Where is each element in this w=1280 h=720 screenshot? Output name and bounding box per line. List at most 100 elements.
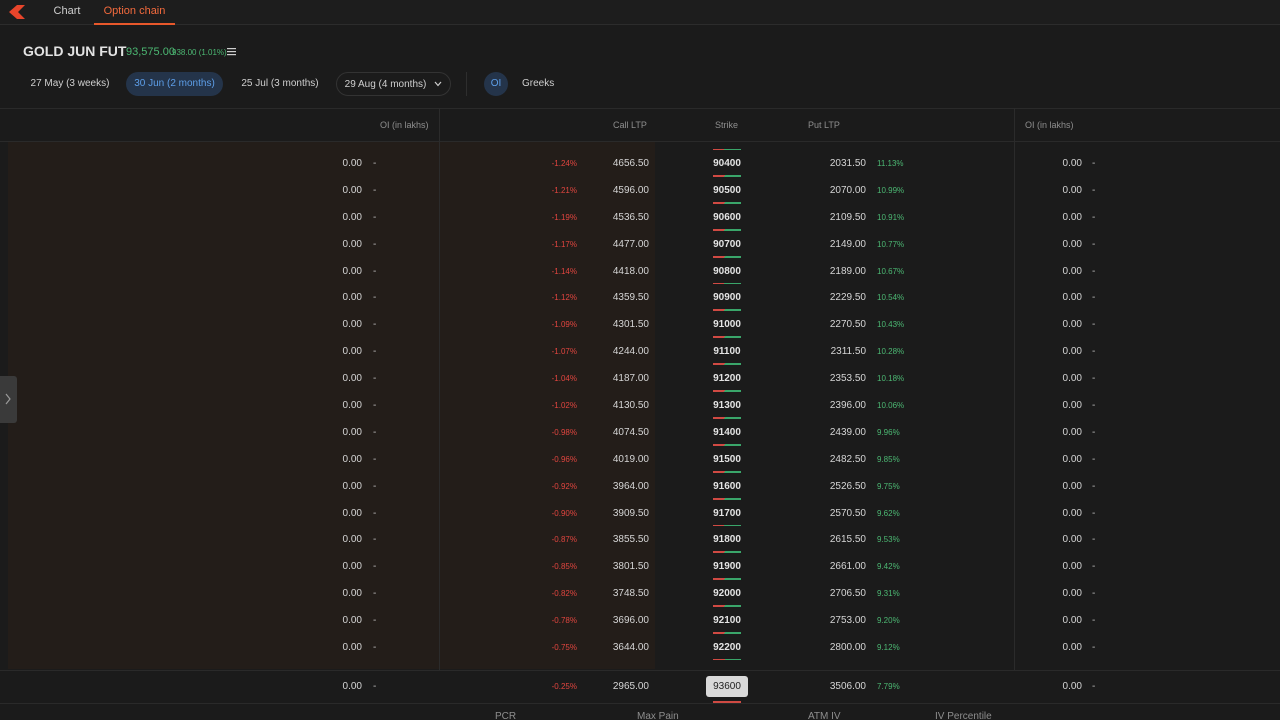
strike-price: 91700	[713, 507, 741, 519]
strike-price: 91200	[713, 373, 741, 385]
call-ltp[interactable]: 4477.00	[613, 239, 649, 250]
put-ltp[interactable]: 2353.50	[830, 373, 866, 384]
call-change: -0.90%	[551, 508, 577, 518]
expiry-more-dropdown[interactable]: 29 Aug (4 months)	[336, 72, 451, 96]
toggle-greeks[interactable]: Greeks	[522, 72, 554, 96]
call-ltp[interactable]: 4130.50	[613, 400, 649, 411]
table-row[interactable]: 0.00 - -1.24% 4656.50 90400 2031.50 11.1…	[0, 149, 1280, 177]
put-oi: 0.00	[1062, 453, 1082, 465]
put-ltp[interactable]: 2229.50	[830, 292, 866, 303]
put-ltp[interactable]: 2109.50	[830, 212, 866, 223]
expiry-30-jun[interactable]: 30 Jun (2 months)	[126, 72, 223, 96]
call-ltp[interactable]: 4418.00	[613, 266, 649, 277]
put-ltp[interactable]: 2526.50	[830, 481, 866, 492]
put-change: 10.54%	[877, 293, 905, 303]
call-ltp[interactable]: 2965.00	[613, 681, 649, 692]
table-row[interactable]: 0.00 - -0.98% 4074.50 91400 2439.00 9.96…	[0, 417, 1280, 446]
put-change: 9.75%	[877, 481, 900, 491]
put-change: 10.43%	[877, 320, 905, 330]
call-ltp[interactable]: 3909.50	[613, 508, 649, 519]
table-row[interactable]: 0.00 - -1.12% 4359.50 90900 2229.50 10.5…	[0, 283, 1280, 311]
put-ltp[interactable]: 2753.00	[830, 615, 866, 626]
call-ltp[interactable]: 4301.50	[613, 319, 649, 330]
tab-chart[interactable]: Chart	[44, 0, 90, 25]
put-oi-change: -	[1092, 480, 1096, 492]
table-row[interactable]: 0.00 - -1.17% 4477.00 90700 2149.00 10.7…	[0, 229, 1280, 258]
call-ltp[interactable]: 4359.50	[613, 292, 649, 303]
call-ltp[interactable]: 4536.50	[613, 212, 649, 223]
brand-logo-icon[interactable]	[8, 4, 26, 20]
call-ltp[interactable]: 4596.00	[613, 185, 649, 196]
call-ltp[interactable]: 4019.00	[613, 454, 649, 465]
put-ltp[interactable]: 2661.00	[830, 561, 866, 572]
put-oi: 0.00	[1062, 642, 1082, 654]
list-menu-icon[interactable]	[227, 47, 236, 56]
put-oi-change: -	[1092, 588, 1096, 600]
table-row[interactable]: 0.00 - -1.19% 4536.50 90600 2109.50 10.9…	[0, 202, 1280, 231]
call-change: -1.02%	[551, 401, 577, 411]
put-oi-change: -	[1092, 681, 1096, 692]
put-ltp[interactable]: 2482.50	[830, 454, 866, 465]
put-ltp[interactable]: 3506.00	[830, 681, 866, 692]
expiry-27-may[interactable]: 27 May (3 weeks)	[26, 72, 114, 96]
table-row[interactable]: 0.00 - -0.85% 3801.50 91900 2661.00 9.42…	[0, 552, 1280, 580]
table-row[interactable]: 0.00 - -0.90% 3909.50 91700 2570.50 9.62…	[0, 498, 1280, 527]
put-change: 10.99%	[877, 185, 905, 195]
call-ltp[interactable]: 3696.00	[613, 615, 649, 626]
call-ltp[interactable]: 4244.00	[613, 346, 649, 357]
put-ltp[interactable]: 2031.50	[830, 158, 866, 169]
put-change: 10.28%	[877, 347, 905, 357]
call-ltp[interactable]: 4187.00	[613, 373, 649, 384]
put-ltp[interactable]: 2615.50	[830, 534, 866, 545]
put-ltp[interactable]: 2311.50	[831, 346, 866, 357]
call-ltp[interactable]: 3801.50	[613, 561, 649, 572]
table-row[interactable]: 0.00 - -0.92% 3964.00 91600 2526.50 9.75…	[0, 471, 1280, 500]
header-call-oi: OI (in lakhs)	[380, 120, 429, 130]
call-change: -0.75%	[551, 643, 577, 653]
call-ltp[interactable]: 4656.50	[613, 158, 649, 169]
table-row[interactable]: 0.00 - -0.78% 3696.00 92100 2753.00 9.20…	[0, 606, 1280, 634]
atm-row[interactable]: 0.00 - -0.25% 2965.00 93600 3506.00 7.79…	[0, 670, 1280, 703]
table-row[interactable]: 0.00 - -1.21% 4596.00 90500 2070.00 10.9…	[0, 175, 1280, 204]
expiry-25-jul[interactable]: 25 Jul (3 months)	[237, 72, 323, 96]
toggle-oi[interactable]: OI	[484, 72, 508, 96]
call-oi: 0.00	[342, 238, 362, 250]
call-change: -1.24%	[551, 159, 577, 168]
put-ltp[interactable]: 2270.50	[830, 319, 866, 330]
call-ltp[interactable]: 3748.50	[613, 588, 649, 599]
put-ltp[interactable]: 2439.00	[830, 427, 866, 438]
strike-oi-bar	[713, 229, 741, 231]
call-ltp[interactable]: 3964.00	[613, 481, 649, 492]
call-change: -0.87%	[551, 535, 577, 545]
call-change: -1.17%	[551, 239, 577, 249]
call-oi-change: -	[373, 534, 377, 546]
table-row[interactable]: 0.00 - -0.87% 3855.50 91800 2615.50 9.53…	[0, 525, 1280, 553]
option-chain-rows: 0.00 - -1.24% 4656.50 90400 2031.50 11.1…	[0, 149, 1280, 661]
call-ltp[interactable]: 4074.50	[613, 427, 649, 438]
table-row[interactable]: 0.00 - -1.04% 4187.00 91200 2353.50 10.1…	[0, 364, 1280, 392]
call-ltp[interactable]: 3855.50	[613, 534, 649, 545]
call-oi-change: -	[373, 184, 377, 196]
put-ltp[interactable]: 2396.00	[830, 400, 866, 411]
put-ltp[interactable]: 2706.50	[830, 588, 866, 599]
put-ltp[interactable]: 2189.00	[830, 266, 866, 277]
table-row[interactable]: 0.00 - -0.75% 3644.00 92200 2800.00 9.12…	[0, 633, 1280, 661]
put-change: 9.12%	[877, 643, 900, 653]
put-ltp[interactable]: 2570.50	[830, 508, 866, 519]
table-row[interactable]: 0.00 - -0.82% 3748.50 92000 2706.50 9.31…	[0, 579, 1280, 607]
table-row[interactable]: 0.00 - -1.09% 4301.50 91000 2270.50 10.4…	[0, 310, 1280, 338]
table-row[interactable]: 0.00 - -0.96% 4019.00 91500 2482.50 9.85…	[0, 444, 1280, 473]
strike-price: 91000	[713, 319, 741, 331]
call-ltp[interactable]: 3644.00	[613, 642, 649, 653]
call-oi: 0.00	[342, 588, 362, 600]
put-ltp[interactable]: 2070.00	[830, 185, 866, 196]
table-row[interactable]: 0.00 - -1.02% 4130.50 91300 2396.00 10.0…	[0, 391, 1280, 419]
put-ltp[interactable]: 2149.00	[830, 239, 866, 250]
table-row[interactable]: 0.00 - -1.14% 4418.00 90800 2189.00 10.6…	[0, 256, 1280, 285]
put-oi-change: -	[1092, 238, 1096, 250]
table-row[interactable]: 0.00 - -1.07% 4244.00 91100 2311.50 10.2…	[0, 337, 1280, 365]
tab-option-chain[interactable]: Option chain	[94, 0, 175, 25]
strike-oi-bar	[713, 606, 741, 608]
put-oi: 0.00	[1062, 346, 1082, 358]
put-ltp[interactable]: 2800.00	[830, 642, 866, 653]
